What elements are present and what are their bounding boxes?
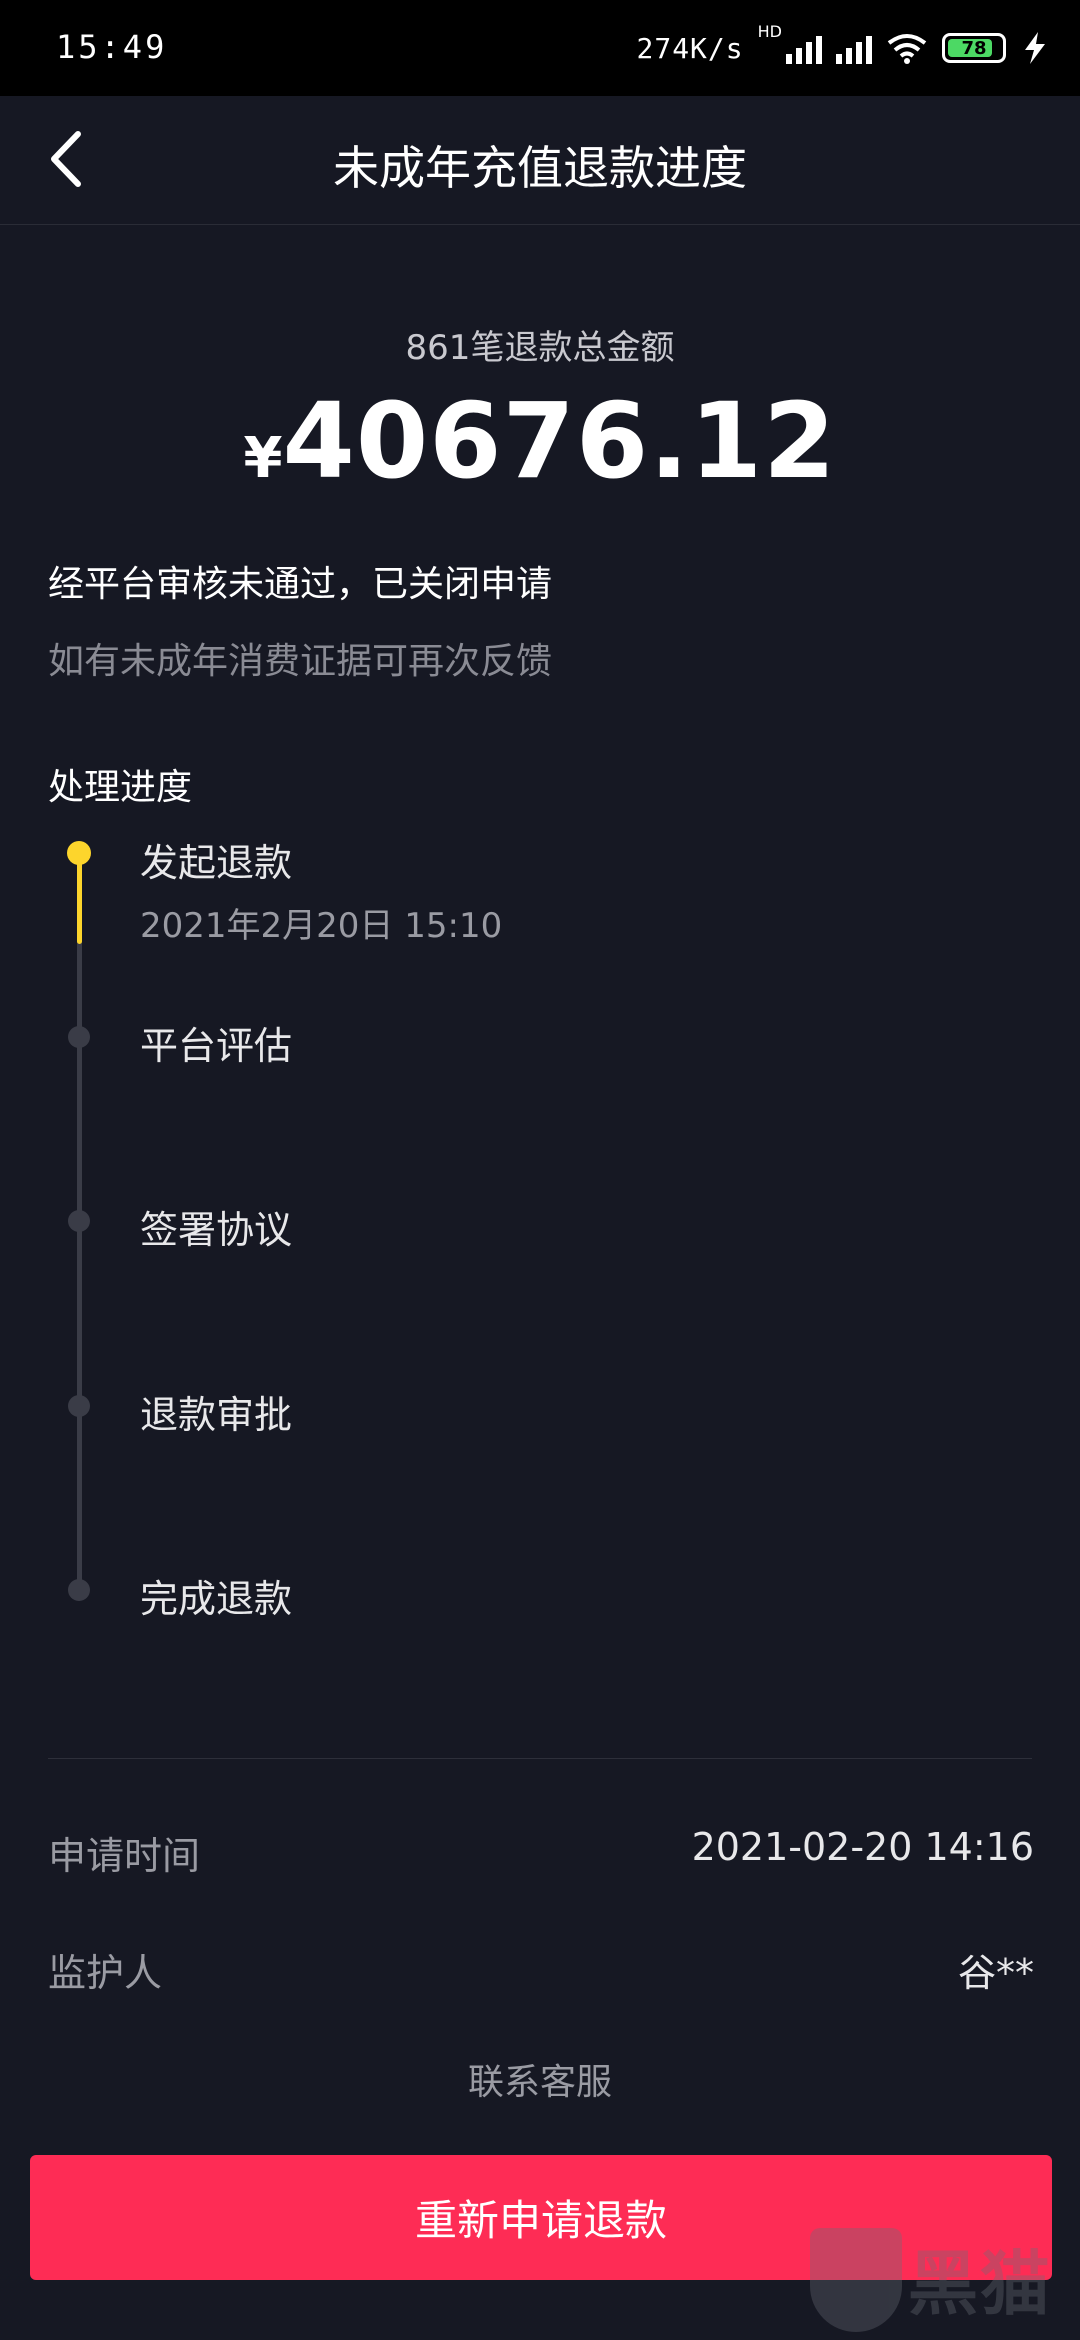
hd-label: HD [757,22,782,41]
contact-support-link[interactable]: 联系客服 [0,2053,1080,2105]
signal-icon-2 [836,32,872,64]
timeline-dot-approval [68,1395,90,1417]
wifi-icon [887,34,927,64]
step-sign-agreement: 签署协议 [140,1208,293,1252]
timeline-dot-agreement [68,1210,90,1232]
network-speed: 274K/s [636,31,744,65]
section-divider [48,1758,1032,1759]
currency-symbol: ¥ [243,426,283,491]
step-platform-evaluation: 平台评估 [140,1024,293,1068]
apply-time-value: 2021-02-20 14:16 [691,1825,1034,1869]
watermark-text: 黑猫 [908,2243,1052,2325]
progress-section-title: 处理进度 [48,767,193,808]
signal-icon [786,32,822,64]
watermark: 黑猫 [810,2220,1070,2340]
review-status-hint: 如有未成年消费证据可再次反馈 [48,641,553,682]
step-initiate-date: 2021年2月20日 15:10 [140,906,503,946]
timeline-dot-complete [68,1579,90,1601]
timeline-dot-initiate [67,841,91,865]
timeline-active-segment [77,854,82,944]
step-refund-approval: 退款审批 [140,1393,293,1437]
timeline-dot-evaluate [68,1026,90,1048]
review-status-text: 经平台审核未通过，已关闭申请 [48,564,553,605]
apply-time-label: 申请时间 [48,1834,201,1878]
amount-value: 40676.12 [282,380,837,502]
header-bar: 未成年充值退款进度 [0,96,1080,225]
battery-level: 78 [961,37,987,59]
step-complete-refund: 完成退款 [140,1577,293,1621]
battery-icon: 78 [942,33,1006,63]
charging-icon [1025,32,1045,64]
page-title: 未成年充值退款进度 [333,141,747,195]
status-time: 15:49 [56,28,168,66]
refund-total-amount: ¥40676.12 [0,380,1080,502]
status-icons: 274K/s HD 78 [636,22,1050,74]
refund-summary-label: 861笔退款总金额 [405,328,675,368]
guardian-label: 监护人 [48,1951,163,1995]
guardian-value: 谷** [957,1951,1034,1995]
step-initiate-refund: 发起退款 [140,841,293,885]
cat-logo-icon [810,2228,902,2332]
status-bar: 15:49 274K/s HD 78 [0,0,1080,96]
